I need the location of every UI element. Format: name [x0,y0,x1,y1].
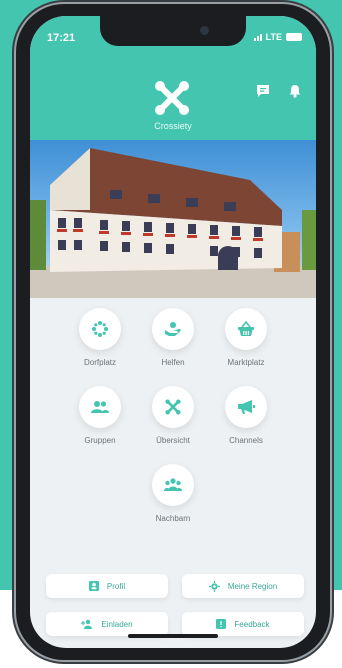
tile-label: Dorfplatz [83,358,116,367]
profile-label: Profil [106,581,126,591]
tile-marktplatz-circle[interactable] [225,308,267,350]
tile-helfen[interactable]: Helfen [135,308,211,367]
tile-marktplatz[interactable]: Marktplatz [208,308,284,367]
feedback-icon [216,619,227,629]
tile-dorfplatz-circle[interactable] [79,308,121,350]
region-label: Meine Region [227,581,278,591]
phone-frame: 17:21 LTE Crossiety Dorfplatz Helfen Mar… [16,4,330,660]
town-hall-photo [30,148,316,298]
profile-button[interactable]: Profil [46,574,168,598]
invite-button[interactable]: Einladen [46,612,168,636]
tile-dorfplatz[interactable]: Dorfplatz [62,308,138,367]
tile-gruppen-circle[interactable] [79,386,121,428]
bell-icon[interactable] [288,84,302,98]
chat-icon[interactable] [256,84,270,98]
tile-channels[interactable]: Channels [208,386,284,445]
tile-label: Nachbarn [155,514,191,523]
tile-gruppen[interactable]: Gruppen [62,386,138,445]
camera-icon [200,26,209,35]
tile-channels-circle[interactable] [225,386,267,428]
region-icon [208,580,220,592]
tile-nachbarn-circle[interactable] [152,464,194,506]
tile-label: Channels [229,436,263,445]
tile-label: Gruppen [84,436,116,445]
app-title: Crossiety [154,121,192,131]
region-button[interactable]: Meine Region [182,574,304,598]
crossiety-logo-icon [155,81,189,115]
groups-icon [91,401,109,413]
dorfplatz-icon [92,321,108,337]
megaphone-icon [238,400,255,414]
status-bar-right: LTE [253,32,302,42]
feedback-label: Feedback [234,619,270,629]
hero-image [30,140,316,298]
helfen-icon [165,322,181,336]
tile-label: Helfen [161,358,185,367]
tile-label: Marktplatz [227,358,265,367]
phone-notch [100,16,246,46]
invite-label: Einladen [101,619,133,629]
overview-icon [165,399,181,415]
tile-uebersicht[interactable]: Übersicht [135,386,211,445]
network-label: LTE [265,32,282,42]
home-indicator [128,634,218,638]
status-time: 17:21 [47,32,76,44]
app-screen: 17:21 LTE Crossiety Dorfplatz Helfen Mar… [30,16,316,648]
invite-icon [81,619,93,629]
tile-uebersicht-circle[interactable] [152,386,194,428]
neighbors-icon [164,478,182,491]
basket-icon [238,321,254,336]
tile-label: Übersicht [156,436,190,445]
signal-icon [253,33,262,41]
tile-nachbarn[interactable]: Nachbarn [135,464,211,523]
battery-icon [286,33,302,41]
feedback-button[interactable]: Feedback [182,612,304,636]
profile-icon [88,581,99,591]
tile-helfen-circle[interactable] [152,308,194,350]
